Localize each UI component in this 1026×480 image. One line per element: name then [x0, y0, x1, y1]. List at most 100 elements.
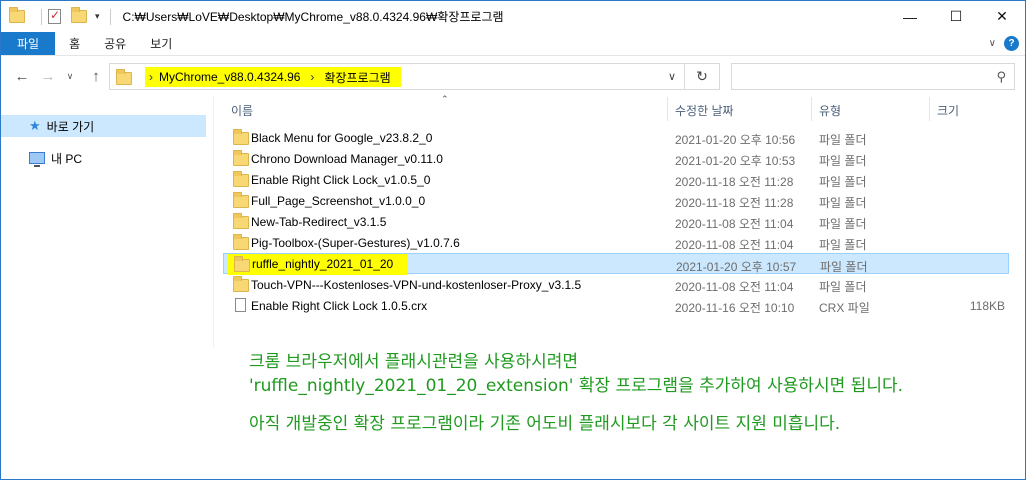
table-row[interactable]: Enable Right Click Lock 1.0.5.crx 2020-11… [223, 295, 1009, 316]
divider [109, 8, 111, 25]
file-type: 파일 폴더 [819, 238, 867, 252]
file-name: Black Menu for Google_v23.8.2_0 [251, 131, 433, 145]
file-date: 2021-01-20 오후 10:53 [675, 154, 796, 168]
note-line-3: 아직 개발중인 확장 프로그램이라 기존 어도비 플래시보다 각 사이트 지원 … [249, 414, 841, 434]
up-arrow-icon[interactable]: ↑ [85, 65, 107, 87]
explorer-window: ▾ C:₩Users₩LoVE₩Desktop₩MyChrome_v88.0.4… [0, 0, 1026, 480]
file-type: 파일 폴더 [819, 175, 867, 189]
minimize-button[interactable]: — [887, 1, 933, 32]
tab-home[interactable]: 홈 [55, 32, 92, 55]
breadcrumb-item-mychrome[interactable]: MyChrome_v88.0.4324.96 [159, 70, 300, 84]
nav-item-label: 내 PC [51, 151, 83, 166]
table-row[interactable]: Chrono Download Manager_v0.11.0 2021-01-2… [223, 148, 1009, 169]
file-date: 2020-11-08 오전 11:04 [675, 217, 794, 231]
file-name: Enable Right Click Lock_v1.0.5_0 [251, 173, 431, 187]
nav-item-quick-access[interactable]: ★ 바로 가기 [1, 115, 206, 137]
table-row[interactable]: ruffle_nightly_2021_01_20 2021-01-20 오후 1… [223, 253, 1009, 275]
tab-share[interactable]: 공유 [92, 32, 138, 55]
folder-icon [233, 192, 249, 208]
pane-divider [213, 97, 214, 347]
column-divider[interactable] [929, 97, 930, 121]
table-row[interactable]: Full_Page_Screenshot_v1.0.0_0 2020-11-18 … [223, 190, 1009, 211]
address-dropdown-icon[interactable]: ∨ [668, 70, 676, 83]
breadcrumb-separator[interactable]: › [310, 70, 314, 84]
search-input[interactable]: ⚲ [731, 63, 1015, 90]
nav-item-this-pc[interactable]: 내 PC [1, 147, 206, 169]
column-date[interactable]: 수정한 날짜 [675, 102, 734, 119]
column-name[interactable]: 이름 [231, 102, 253, 119]
file-date: 2020-11-08 오전 11:04 [675, 280, 794, 294]
file-icon [235, 298, 246, 312]
nav-item-label: 바로 가기 [46, 119, 95, 134]
file-name: New-Tab-Redirect_v3.1.5 [251, 215, 387, 229]
file-name: Pig-Toolbox-(Super-Gestures)_v1.0.7.6 [251, 236, 460, 250]
navigation-bar: ← → ∨ ↑ › MyChrome_v88.0.4324.96 › 확장프로그… [1, 57, 1025, 97]
recent-locations-icon[interactable]: ∨ [59, 65, 81, 87]
folder-icon [233, 150, 249, 166]
help-icon[interactable]: ? [1004, 36, 1019, 51]
file-name: Enable Right Click Lock 1.0.5.crx [251, 299, 428, 313]
sort-ascending-icon: ⌃ [441, 94, 449, 104]
back-arrow-icon[interactable]: ← [11, 65, 33, 87]
table-row[interactable]: Black Menu for Google_v23.8.2_0 2021-01-2… [223, 127, 1009, 148]
folder-icon [234, 256, 250, 272]
file-date: 2020-11-16 오전 10:10 [675, 301, 795, 315]
breadcrumb-item-extensions[interactable]: 확장프로그램 [324, 69, 390, 86]
expand-ribbon-icon[interactable]: ∨ [989, 38, 996, 49]
column-divider[interactable] [811, 97, 812, 121]
file-name: Chrono Download Manager_v0.11.0 [251, 152, 443, 166]
refresh-icon[interactable]: ↻ [685, 63, 720, 90]
note-line-2: 'ruffle_nightly_2021_01_20_extension' 확장… [249, 376, 904, 396]
computer-icon [29, 152, 45, 167]
title-bar: ▾ C:₩Users₩LoVE₩Desktop₩MyChrome_v88.0.4… [1, 1, 1025, 32]
table-row[interactable]: Pig-Toolbox-(Super-Gestures)_v1.0.7.6 202… [223, 232, 1009, 253]
table-row[interactable]: New-Tab-Redirect_v3.1.5 2020-11-08 오전 11:… [223, 211, 1009, 232]
annotation-note: 크롬 브라우저에서 플래시관련을 사용하시려면 'ruffle_nightly_… [1, 352, 1025, 479]
file-type: 파일 폴더 [819, 154, 867, 168]
file-name: ruffle_nightly_2021_01_20 [228, 254, 408, 275]
close-button[interactable]: ✕ [979, 1, 1025, 32]
folder-icon [233, 234, 249, 250]
file-type: 파일 폴더 [819, 196, 867, 210]
file-size: 118KB [969, 299, 1005, 313]
properties-icon[interactable] [48, 8, 61, 24]
column-header: ⌃ 이름 수정한 날짜 유형 크기 [223, 94, 1019, 121]
folder-icon [233, 129, 249, 145]
new-folder-icon[interactable] [71, 7, 87, 23]
file-name: Full_Page_Screenshot_v1.0.0_0 [251, 194, 426, 208]
column-divider[interactable] [667, 97, 668, 121]
file-type: CRX 파일 [819, 301, 870, 315]
file-date: 2021-01-20 오후 10:57 [676, 260, 797, 274]
folder-icon [116, 69, 132, 85]
breadcrumb-separator[interactable]: › [149, 70, 153, 84]
ribbon-controls: ∨ ? [989, 36, 1019, 51]
folder-icon [233, 213, 249, 229]
window-controls: — ☐ ✕ [887, 1, 1025, 32]
table-row[interactable]: Enable Right Click Lock_v1.0.5_0 2020-11-… [223, 169, 1009, 190]
file-type: 파일 폴더 [820, 260, 868, 274]
ribbon-tabs: 파일 홈 공유 보기 ∨ ? [1, 32, 1025, 56]
window-title: C:₩Users₩LoVE₩Desktop₩MyChrome_v88.0.432… [122, 10, 504, 24]
folder-icon [9, 7, 25, 23]
breadcrumb: › MyChrome_v88.0.4324.96 › 확장프로그램 [145, 67, 401, 87]
file-type: 파일 폴더 [819, 217, 867, 231]
file-date: 2020-11-18 오전 11:28 [675, 175, 794, 189]
address-bar[interactable]: › MyChrome_v88.0.4324.96 › 확장프로그램 ∨ [109, 63, 685, 90]
file-name: Touch-VPN---Kostenloses-VPN-und-kostenlo… [251, 278, 582, 292]
column-size[interactable]: 크기 [937, 102, 959, 119]
folder-icon [233, 276, 249, 292]
forward-arrow-icon[interactable]: → [37, 65, 59, 87]
tab-file[interactable]: 파일 [1, 32, 56, 55]
folder-icon [233, 171, 249, 187]
table-row[interactable]: Touch-VPN---Kostenloses-VPN-und-kostenlo… [223, 274, 1009, 295]
star-icon: ★ [29, 118, 41, 133]
file-date: 2020-11-18 오전 11:28 [675, 196, 794, 210]
divider [41, 8, 42, 25]
column-type[interactable]: 유형 [819, 102, 841, 119]
search-icon: ⚲ [996, 69, 1006, 84]
file-date: 2021-01-20 오후 10:56 [675, 133, 796, 147]
tab-view[interactable]: 보기 [138, 32, 184, 55]
quick-access-toolbar: ▾ [9, 7, 117, 25]
maximize-button[interactable]: ☐ [933, 1, 979, 32]
customize-toolbar-dropdown-icon[interactable]: ▾ [95, 11, 100, 22]
